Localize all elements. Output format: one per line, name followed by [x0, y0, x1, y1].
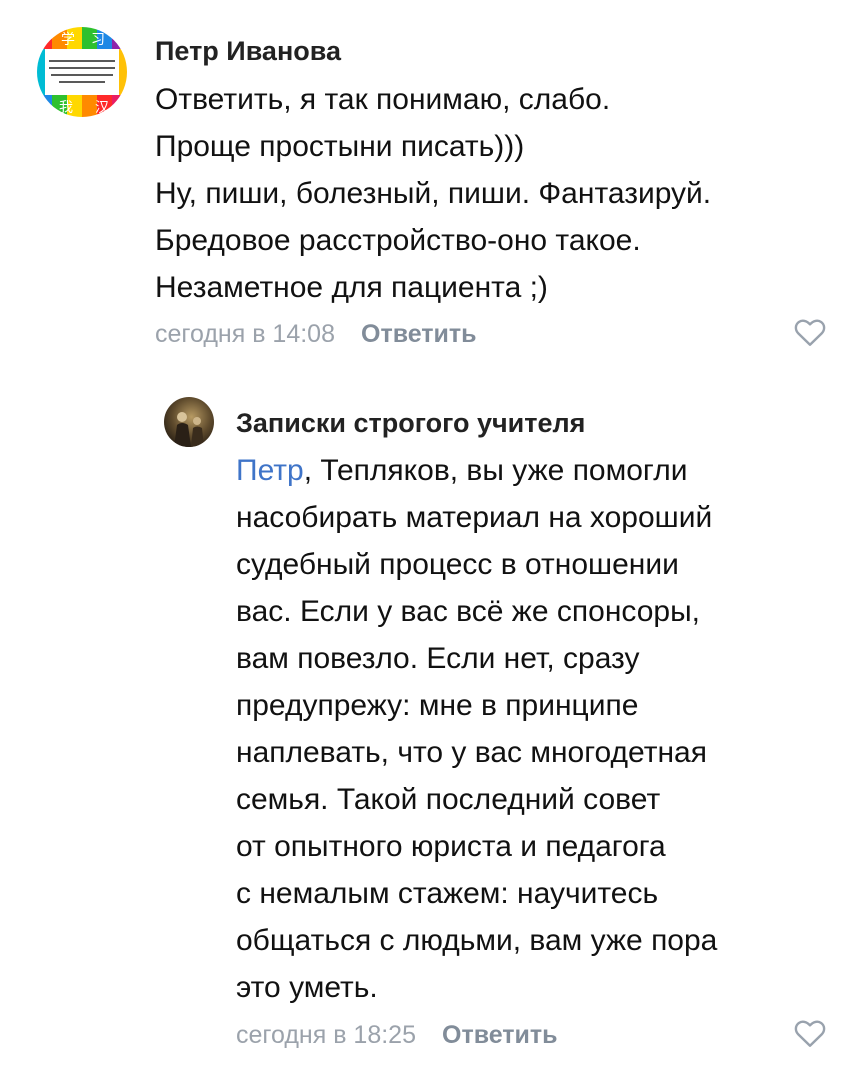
comment: 学 习 我 汉 Петр Иванова Ответить, я так пон…: [0, 0, 868, 370]
avatar-char: 汉: [95, 100, 109, 116]
comment-line: Ну, пиши, болезный, пиши. Фантазируй.: [155, 177, 712, 210]
avatar-char: 习: [91, 32, 105, 48]
reply-button[interactable]: Ответить: [442, 1021, 558, 1049]
comment-line-rest: , Тепляков, вы уже помогли: [303, 454, 688, 487]
comment-line: от опытного юриста и педагога: [236, 830, 666, 863]
comment-line: это уметь.: [236, 971, 378, 1004]
comment-line: общаться с людьми, вам уже пора: [236, 924, 718, 957]
avatar[interactable]: 学 习 我 汉: [37, 27, 127, 117]
avatar-char: 我: [59, 100, 73, 116]
comment-line: насобирать материал на хороший: [236, 501, 713, 534]
avatar-char: 学: [61, 32, 75, 48]
comment-meta: сегодня в 14:08 Ответить: [155, 320, 477, 349]
heart-outline-icon: [794, 1020, 826, 1047]
comment-line: судебный процесс в отношении: [236, 548, 679, 581]
comment-line: Ответить, я так понимаю, слабо.: [155, 83, 611, 116]
comment-line: семья. Такой последний совет: [236, 783, 661, 816]
comment-reply: Записки строгого учителя Петр, Тепляков,…: [0, 370, 868, 1080]
comment-line: вам повезло. Если нет, сразу: [236, 642, 640, 675]
comment-line: с немалым стажем: научитесь: [236, 877, 659, 910]
comment-timestamp: сегодня в 14:08: [155, 320, 335, 348]
heart-outline-icon: [794, 319, 826, 346]
comment-line: Проще простыни писать))): [155, 130, 525, 163]
avatar-image: 学 习 我 汉: [37, 27, 127, 117]
like-button[interactable]: [792, 1015, 828, 1051]
like-button[interactable]: [792, 314, 828, 350]
comment-text: Петр, Тепляков, вы уже помогли насобират…: [236, 447, 717, 1011]
avatar-image: [164, 397, 214, 447]
comment-timestamp: сегодня в 18:25: [236, 1021, 416, 1049]
comment-line: Незаметное для пациента ;): [155, 271, 548, 304]
comment-line: Петр, Тепляков, вы уже помогли: [236, 447, 717, 494]
comment-line: предупрежу: мне в принципе: [236, 689, 639, 722]
comment-author[interactable]: Записки строгого учителя: [236, 408, 585, 439]
comment-author[interactable]: Петр Иванова: [155, 36, 341, 67]
reply-button[interactable]: Ответить: [361, 320, 477, 348]
comment-text: Ответить, я так понимаю, слабо. Проще пр…: [155, 76, 711, 311]
avatar[interactable]: [164, 397, 214, 447]
comment-meta: сегодня в 18:25 Ответить: [236, 1021, 558, 1050]
mention-link[interactable]: Петр: [236, 454, 304, 487]
comment-line: наплевать, что у вас многодетная: [236, 736, 707, 769]
comment-line: Бредовое расстройство-оно такое.: [155, 224, 641, 257]
comment-line: вас. Если у вас всё же спонсоры,: [236, 595, 700, 628]
